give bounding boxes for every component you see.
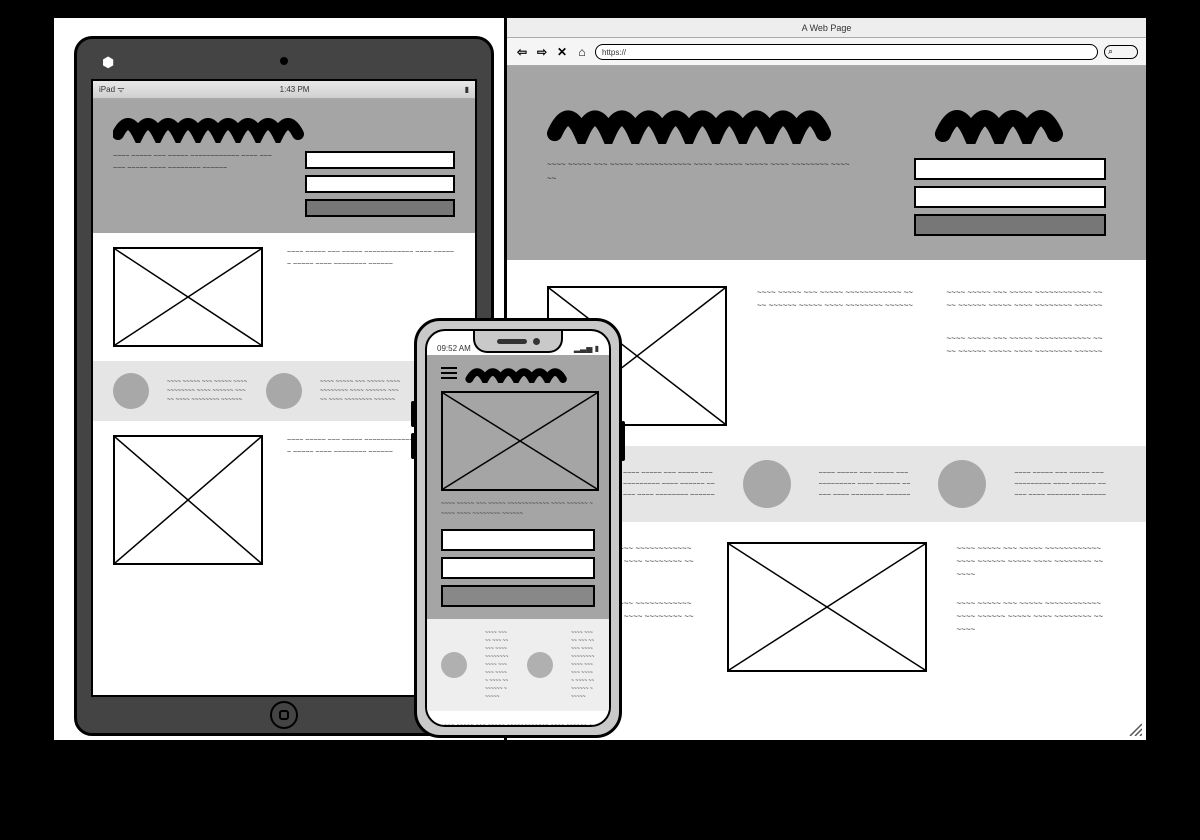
front-camera-icon xyxy=(533,338,540,345)
browser-toolbar: ⇦ ⇨ ✕ ⌂ https:// ⌕ xyxy=(507,38,1146,66)
logo-scribble xyxy=(465,363,595,383)
testimonial-copy: ~~~~ ~~~~~ ~~~ ~~~~~ ~~~~~~~~~~~~ ~~~~ ~… xyxy=(485,629,509,701)
image-placeholder xyxy=(441,391,599,491)
submit-button[interactable] xyxy=(914,214,1106,236)
testimonial-copy: ~~~~ ~~~~~ ~~~ ~~~~~ ~~~~~~~~~~~~ ~~~~ ~… xyxy=(320,378,401,405)
phone-lower-section: ~~~~ ~~~~~ ~~~ ~~~~~ ~~~~~~~~~~~~ ~~~~ ~… xyxy=(427,711,609,727)
search-icon: ⌕ xyxy=(1108,46,1113,57)
avatar-circle xyxy=(938,460,986,508)
tablet-home-button[interactable] xyxy=(270,701,298,729)
forward-arrow-icon[interactable]: ⇨ xyxy=(535,45,549,59)
input-field-1[interactable] xyxy=(305,151,455,169)
input-field-2[interactable] xyxy=(305,175,455,193)
status-battery-icon: ▮ xyxy=(465,85,469,94)
hero-copy: ~~~~ ~~~~~ ~~~ ~~~~~ ~~~~~~~~~~~~ ~~~~ ~… xyxy=(547,158,854,236)
power-button[interactable] xyxy=(621,421,625,461)
tablet-hero-section: ~~~~ ~~~~~ ~~~ ~~~~~ ~~~~~~~~~~~~ ~~~~ ~… xyxy=(93,99,475,233)
testimonial-copy: ~~~~ ~~~~~ ~~~ ~~~~~ ~~~~~~~~~~~~ ~~~~ ~… xyxy=(571,629,595,701)
tablet-status-bar: iPad ᯤ 1:43 PM ▮ xyxy=(93,81,475,99)
testimonial-copy: ~~~~ ~~~~~ ~~~ ~~~~~ ~~~~~~~~~~~~ ~~~~ ~… xyxy=(819,468,911,501)
nav-scribble xyxy=(914,96,1106,144)
status-signal-battery-icon: ▂▃▅ ▮ xyxy=(574,344,599,353)
input-field-1[interactable] xyxy=(441,529,595,551)
avatar-circle xyxy=(527,652,553,678)
resize-handle-icon[interactable] xyxy=(1128,722,1142,736)
url-prefix: https:// xyxy=(602,48,626,57)
stop-x-icon[interactable]: ✕ xyxy=(555,45,569,59)
volume-up-button[interactable] xyxy=(411,401,415,427)
input-field-1[interactable] xyxy=(914,158,1106,180)
image-placeholder xyxy=(113,247,263,347)
wireframe-composite: ⬢ iPad ᯤ 1:43 PM ▮ ~~~~ ~~~~~ ~~~ ~~~~~ … xyxy=(50,14,1150,744)
status-left: iPad ᯤ xyxy=(99,84,125,95)
back-arrow-icon[interactable]: ⇦ xyxy=(515,45,529,59)
phone-notch xyxy=(473,331,563,353)
phone-hero-section: ~~~~ ~~~~~ ~~~ ~~~~~ ~~~~~~~~~~~~ ~~~~ ~… xyxy=(427,355,609,619)
image-placeholder xyxy=(727,542,927,672)
desktop-hero-section: ~~~~ ~~~~~ ~~~ ~~~~~ ~~~~~~~~~~~~ ~~~~ ~… xyxy=(507,66,1146,260)
hero-copy: ~~~~ ~~~~~ ~~~ ~~~~~ ~~~~~~~~~~~~ ~~~~ ~… xyxy=(113,151,275,217)
speaker-icon xyxy=(497,339,527,344)
logo-scribble xyxy=(547,96,854,144)
image-placeholder xyxy=(113,435,263,565)
lower-copy-col: ~~~~ ~~~~~ ~~~ ~~~~~ ~~~~~~~~~~~~ ~~~~ ~… xyxy=(957,542,1107,636)
status-time: 1:43 PM xyxy=(280,85,310,94)
browser-titlebar: A Web Page xyxy=(507,18,1146,38)
phone-screen: 09:52 AM ▂▃▅ ▮ ~~~~ ~~~~~ ~~~ ~~~~~ ~~~~… xyxy=(425,329,611,727)
search-pill[interactable]: ⌕ xyxy=(1104,45,1138,59)
tablet-os-logo-icon: ⬢ xyxy=(102,54,118,70)
input-field-2[interactable] xyxy=(914,186,1106,208)
feature-copy: ~~~~ ~~~~~ ~~~ ~~~~~ ~~~~~~~~~~~~ ~~~~ ~… xyxy=(757,286,917,426)
testimonial-copy: ~~~~ ~~~~~ ~~~ ~~~~~ ~~~~~~~~~~~~ ~~~~ ~… xyxy=(623,468,715,501)
home-icon[interactable]: ⌂ xyxy=(575,45,589,59)
submit-button[interactable] xyxy=(441,585,595,607)
input-field-2[interactable] xyxy=(441,557,595,579)
avatar-circle xyxy=(743,460,791,508)
status-time: 09:52 AM xyxy=(437,344,471,353)
testimonial-copy: ~~~~ ~~~~~ ~~~ ~~~~~ ~~~~~~~~~~~~ ~~~~ ~… xyxy=(1014,468,1106,501)
avatar-circle xyxy=(266,373,302,409)
avatar-circle xyxy=(441,652,467,678)
feature-copy-col: ~~~~ ~~~~~ ~~~ ~~~~~ ~~~~~~~~~~~~ ~~~~ ~… xyxy=(947,286,1107,426)
hero-copy: ~~~~ ~~~~~ ~~~ ~~~~~ ~~~~~~~~~~~~ ~~~~ ~… xyxy=(441,499,595,519)
phone-device-frame: 09:52 AM ▂▃▅ ▮ ~~~~ ~~~~~ ~~~ ~~~~~ ~~~~… xyxy=(414,318,622,738)
volume-down-button[interactable] xyxy=(411,433,415,459)
submit-button[interactable] xyxy=(305,199,455,217)
testimonial-copy: ~~~~ ~~~~~ ~~~ ~~~~~ ~~~~~~~~~~~~ ~~~~ ~… xyxy=(167,378,248,405)
url-address-bar[interactable]: https:// xyxy=(595,44,1098,60)
avatar-circle xyxy=(113,373,149,409)
hamburger-menu-icon[interactable] xyxy=(441,367,457,379)
logo-scribble xyxy=(113,109,353,143)
phone-testimonial-strip: ~~~~ ~~~~~ ~~~ ~~~~~ ~~~~~~~~~~~~ ~~~~ ~… xyxy=(427,619,609,711)
tablet-camera-icon xyxy=(280,57,288,65)
